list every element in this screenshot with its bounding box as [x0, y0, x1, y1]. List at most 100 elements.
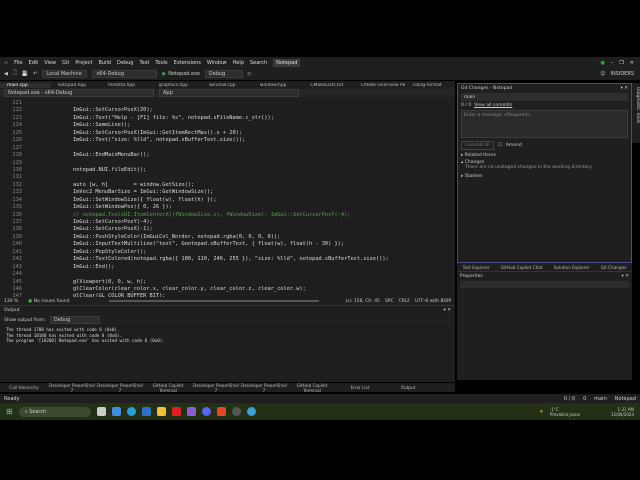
code-line: 130 notepad.NUI.fileEdit();	[0, 167, 455, 174]
file-explorer-icon[interactable]	[156, 407, 166, 416]
symbol-dropdown[interactable]: App	[159, 89, 299, 97]
diagnostic-tools-tab[interactable]: Diagnostic Tools	[632, 83, 640, 143]
tab-main-cpp[interactable]: main.cpp	[0, 82, 51, 88]
visual-studio-icon[interactable]	[186, 407, 196, 416]
menu-project[interactable]: Project	[75, 60, 92, 66]
code-editor[interactable]: 121 122 ImGui::SetCursorPosX(20); 123 ImGui:…	[0, 97, 455, 297]
taskbar-search[interactable]: ⌕ Search	[18, 406, 91, 417]
youtube-icon[interactable]	[171, 407, 181, 416]
bottom-tab[interactable]: Error List	[336, 385, 384, 390]
vs-logo-icon: ∞	[4, 59, 9, 66]
code-line: 132 auto [w, h] = window.GetSize();	[0, 182, 455, 189]
edge-icon[interactable]	[126, 407, 136, 416]
tab-filedata-hpp[interactable]: filedata.hpp	[101, 83, 152, 88]
repo-status[interactable]: Notepad	[615, 396, 636, 402]
run-without-debug-icon[interactable]: ▷	[248, 71, 252, 77]
menu-edit[interactable]: Edit	[29, 60, 39, 66]
close-git-icon[interactable]: ▾ ✕	[621, 86, 628, 91]
bottom-tab[interactable]: Developer PowerShell 7	[96, 383, 144, 393]
properties-object-dropdown[interactable]	[460, 281, 629, 288]
store-icon[interactable]	[141, 407, 151, 416]
branch-status[interactable]: main	[594, 396, 607, 402]
line-ending[interactable]: CRLF	[399, 299, 410, 304]
menu-debug[interactable]: Debug	[117, 60, 133, 66]
undo-icon[interactable]: ↶	[33, 71, 37, 77]
scope-dropdown[interactable]: Notepad.exe - x64-Debug	[4, 89, 154, 97]
line-number: 133	[12, 189, 22, 196]
tab-window-cpp[interactable]: window.cpp	[202, 83, 253, 88]
issues-indicator[interactable]: ● No issues found	[28, 299, 69, 304]
project-title: Notepad	[273, 58, 301, 67]
menu-view[interactable]: View	[44, 60, 56, 66]
windows-start-icon[interactable]: ⊞	[6, 407, 13, 416]
new-file-icon[interactable]: 🗋	[13, 70, 17, 78]
output-text: The thread 1708 has exited with code 0 (…	[0, 325, 455, 382]
widgets-icon[interactable]	[111, 407, 121, 416]
menu-tools[interactable]: Tools	[155, 60, 167, 66]
stashes-section[interactable]: ▸ Stashes	[461, 174, 628, 179]
mode-dropdown[interactable]: Debug	[204, 70, 243, 78]
bottom-tab[interactable]: Developer PowerShell 7	[240, 383, 288, 393]
horizontal-scrollbar[interactable]	[109, 300, 320, 302]
right-tab[interactable]: Git Changes	[601, 265, 627, 270]
bottom-tabs: Call Hierarchy Developer PowerShell 7 Deve…	[0, 383, 455, 393]
branch-dropdown[interactable]: main	[461, 93, 628, 101]
menu-test[interactable]: Test	[139, 60, 149, 66]
tab--clang-format[interactable]: .clang-format	[405, 83, 456, 88]
menu-extensions[interactable]: Extensions	[174, 60, 201, 66]
minimize-button[interactable]: –	[611, 60, 614, 66]
menu-search[interactable]: Search	[250, 60, 267, 66]
github-icon[interactable]	[231, 407, 241, 416]
back-icon[interactable]: ◀	[4, 71, 8, 77]
maximize-button[interactable]: ❐	[619, 60, 623, 66]
tab-graphics-hpp[interactable]: graphics.hpp	[152, 83, 203, 88]
task-view-icon[interactable]	[96, 407, 106, 416]
indent-mode[interactable]: SPC	[385, 299, 394, 304]
bottom-tab[interactable]: Developer PowerShell 7	[48, 383, 96, 393]
bottom-tab[interactable]: Output	[384, 385, 432, 390]
tab-notepad-hpp[interactable]: notepad.hpp	[51, 83, 102, 88]
bottom-tab[interactable]: Call Hierarchy	[0, 385, 48, 390]
amend-checkbox[interactable]: ☐	[498, 143, 502, 148]
target-dropdown[interactable]: Local Machine	[42, 70, 88, 78]
tab-cmakelists-txt[interactable]: CMakeLists.txt	[303, 83, 354, 88]
clock-date[interactable]: 12/06/2024	[611, 412, 634, 417]
zoom-level[interactable]: 130 %	[4, 299, 18, 304]
menu-window[interactable]: Window	[207, 60, 227, 66]
save-icon[interactable]: 💾	[22, 71, 28, 77]
code-line: 124 ImGui::SameLine();	[0, 122, 455, 129]
close-panel-icon[interactable]: ▾ ✕	[444, 308, 451, 313]
commit-all-button[interactable]: Commit All	[461, 141, 494, 150]
bottom-tab[interactable]: GitHub Copilot Terminal	[144, 383, 192, 393]
bottom-tab[interactable]: GitHub Copilot Terminal	[288, 383, 336, 393]
edits-status[interactable]: 0	[583, 396, 586, 402]
code-text: ImGui::SetCursorPosX(ImGui::GetItemRectM…	[73, 129, 243, 136]
brave-icon[interactable]	[216, 407, 226, 416]
view-all-commits-link[interactable]: View all commits	[474, 103, 512, 108]
tab-cmake-overview-pages[interactable]: CMake Overview Pages	[354, 83, 405, 88]
close-button[interactable]: ✕	[630, 60, 634, 66]
right-tab[interactable]: GitHub Copilot Chat	[501, 265, 543, 270]
line-number: 143	[12, 263, 22, 270]
commit-message-input[interactable]: Enter a message <Required>	[461, 110, 628, 138]
menu-build[interactable]: Build	[98, 60, 111, 66]
right-tab[interactable]: Test Explorer	[463, 265, 490, 270]
menu-git[interactable]: Git	[62, 60, 69, 66]
right-tab[interactable]: Solution Explorer	[554, 265, 590, 270]
encoding[interactable]: UTF-8 with BOM	[415, 299, 451, 304]
menu-file[interactable]: File	[14, 60, 22, 66]
related-items-section[interactable]: ▸ Related Items	[461, 153, 628, 158]
start-debug-button[interactable]: ▶ Notepad.exe	[162, 71, 200, 77]
output-source-dropdown[interactable]: Debug	[49, 316, 100, 324]
menu-help[interactable]: Help	[233, 60, 244, 66]
app-icon[interactable]	[246, 407, 256, 416]
tab-window-hpp[interactable]: window.hpp	[253, 83, 304, 88]
sync-status[interactable]: 0 / 0	[564, 396, 575, 402]
account-icon[interactable]: ☺	[600, 71, 605, 77]
close-properties-icon[interactable]: ▾ ✕	[622, 274, 629, 279]
bottom-tab[interactable]: Developer PowerShell 7	[192, 383, 240, 393]
discord-icon[interactable]	[201, 407, 211, 416]
config-dropdown[interactable]: x64-Debug	[92, 70, 158, 78]
notification-icon[interactable]: ●	[600, 60, 604, 66]
